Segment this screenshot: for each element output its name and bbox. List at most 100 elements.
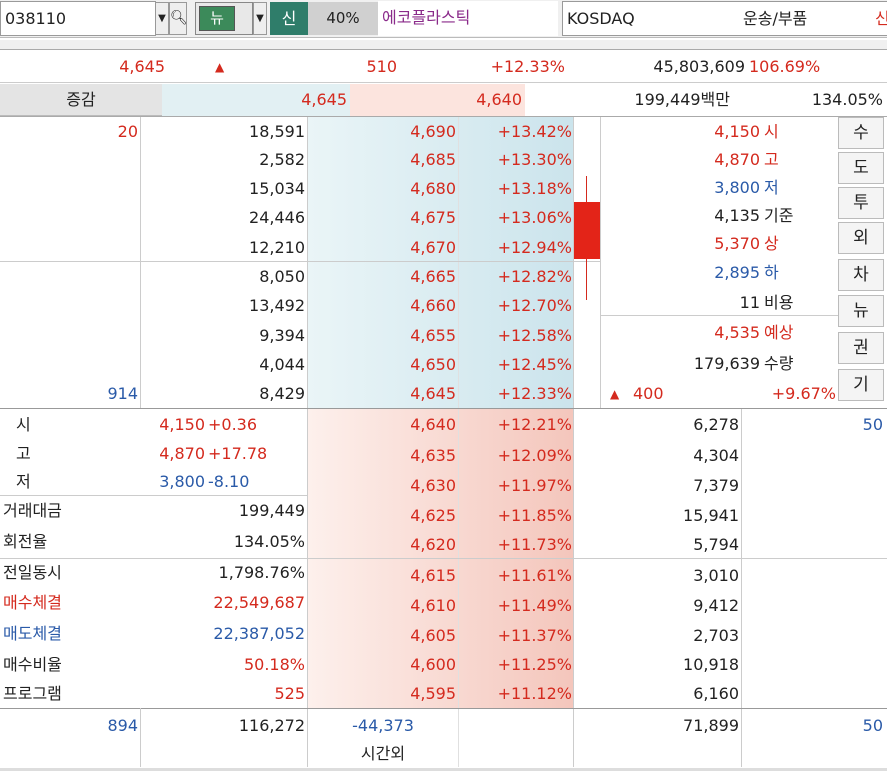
ask-price[interactable]: 4,675 — [308, 203, 456, 233]
after-hours-button[interactable]: 시간외 — [308, 739, 458, 769]
bid-price[interactable]: 4,615 — [308, 561, 456, 591]
bid-price[interactable]: 4,610 — [308, 591, 456, 621]
ask-rate: +12.94% — [497, 238, 572, 257]
ask-rate: +13.06% — [497, 208, 572, 227]
bid-qty: 7,379 — [693, 476, 739, 495]
bid-rate: +11.37% — [497, 626, 572, 645]
bid-rate: +11.49% — [497, 596, 572, 615]
info-value: 4,135 — [714, 206, 760, 225]
stock-code-input[interactable]: 038110 — [0, 1, 156, 36]
ask-qty: 13,492 — [249, 296, 305, 315]
ask-rate: +12.33% — [497, 384, 572, 403]
price-change: 510 — [366, 57, 397, 76]
ask-price[interactable]: 4,655 — [308, 321, 456, 351]
total-ask-qty: 116,272 — [238, 716, 305, 735]
bid-qty: 4,304 — [693, 446, 739, 465]
volume-ratio: 106.69% — [749, 57, 821, 76]
stat-value: 134.05% — [233, 532, 305, 551]
bid-price[interactable]: 4,635 — [308, 441, 456, 471]
side-button-5[interactable]: 뉴 — [838, 295, 884, 327]
margin-rate-badge: 40% — [308, 2, 378, 35]
stat-value: 199,449 — [238, 501, 305, 520]
ask-qty: 18,591 — [249, 122, 305, 141]
ohl-value: 4,150 — [159, 415, 205, 434]
info-value: 2,895 — [714, 263, 760, 282]
ask-rate: +13.30% — [497, 150, 572, 169]
side-button-6[interactable]: 권 — [838, 332, 884, 364]
turnover-rate: 134.05% — [811, 90, 883, 109]
expected-up-arrow-icon: ▲ — [610, 387, 620, 401]
ask-qty: 9,394 — [259, 326, 305, 345]
side-button-4[interactable]: 차 — [838, 259, 884, 291]
ask-price[interactable]: 4,650 — [308, 350, 456, 380]
stat-label: 회전율 — [3, 532, 48, 551]
sector-name: 운송/부품 — [743, 9, 808, 28]
best-ask: 4,645 — [301, 90, 347, 109]
ask-price[interactable]: 4,645 — [308, 379, 456, 409]
search-icon[interactable]: 🔍︎ — [169, 2, 188, 35]
side-button-1[interactable]: 도 — [838, 152, 884, 184]
market-info-field: KOSDAQ 운송/부품 신 — [562, 1, 887, 36]
ohl-pct: +17.78 — [208, 444, 268, 463]
ask-change-top: 20 — [117, 122, 138, 141]
bid-rate: +12.21% — [497, 415, 572, 434]
ask-price[interactable]: 4,670 — [308, 233, 456, 263]
ohl-pct: +0.36 — [208, 415, 258, 434]
ohl-label: 시 — [16, 415, 31, 434]
ask-rate: +12.70% — [497, 296, 572, 315]
trade-amount: 199,449백만 — [634, 90, 730, 109]
market-name: KOSDAQ — [567, 9, 635, 28]
ohl-label: 고 — [16, 444, 31, 463]
bid-price[interactable]: 4,600 — [308, 650, 456, 680]
ask-price[interactable]: 4,690 — [308, 117, 456, 147]
ask-price[interactable]: 4,685 — [308, 145, 456, 175]
bid-rate: +11.25% — [497, 655, 572, 674]
expected-change: 400 — [633, 384, 664, 403]
new-badge[interactable]: 신 — [270, 2, 308, 35]
stat-value: 22,549,687 — [213, 593, 305, 612]
ask-rate: +12.58% — [497, 326, 572, 345]
net-qty: -44,373 — [352, 716, 414, 735]
ask-rate: +13.18% — [497, 179, 572, 198]
stat-label: 매도체결 — [3, 624, 62, 643]
footer-left-change: 894 — [107, 716, 138, 735]
ohl-value: 4,870 — [159, 444, 205, 463]
side-button-2[interactable]: 투 — [838, 187, 884, 219]
stat-label: 프로그램 — [3, 684, 62, 703]
bid-price[interactable]: 4,640 — [308, 410, 456, 440]
bid-price[interactable]: 4,595 — [308, 679, 456, 709]
side-button-7[interactable]: 기 — [838, 369, 884, 401]
bid-qty: 5,794 — [693, 535, 739, 554]
side-button-3[interactable]: 외 — [838, 222, 884, 254]
trade-volume: 45,803,609 — [653, 57, 745, 76]
info-value: 4,535 — [714, 323, 760, 342]
expected-rate: +9.67% — [771, 384, 836, 403]
bid-price[interactable]: 4,620 — [308, 530, 456, 560]
ask-price[interactable]: 4,680 — [308, 174, 456, 204]
up-arrow-icon: ▲ — [215, 60, 225, 74]
info-label: 비용 — [764, 293, 794, 312]
news-dropdown-arrow-icon[interactable]: ▼ — [253, 2, 267, 35]
stock-code-value: 038110 — [5, 9, 67, 28]
side-button-0[interactable]: 수 — [838, 117, 884, 149]
bid-price[interactable]: 4,630 — [308, 471, 456, 501]
bid-price[interactable]: 4,625 — [308, 501, 456, 531]
stat-value: 50.18% — [243, 655, 305, 674]
info-value: 3,800 — [714, 178, 760, 197]
news-button[interactable]: 뉴 — [195, 2, 253, 35]
ask-qty: 15,034 — [249, 179, 305, 198]
info-label: 저 — [764, 178, 779, 197]
code-dropdown-arrow-icon[interactable]: ▼ — [155, 2, 169, 35]
info-value: 5,370 — [714, 234, 760, 253]
ask-qty: 2,582 — [259, 150, 305, 169]
ask-qty: 24,446 — [249, 208, 305, 227]
bid-rate: +11.73% — [497, 535, 572, 554]
ask-price[interactable]: 4,665 — [308, 262, 456, 292]
ask-change-bottom: 914 — [107, 384, 138, 403]
candle-body — [574, 202, 600, 259]
credit-badge: 신 — [875, 9, 887, 28]
bid-price[interactable]: 4,605 — [308, 621, 456, 651]
stat-label: 매수체결 — [3, 593, 62, 612]
ask-price[interactable]: 4,660 — [308, 291, 456, 321]
bid-rate: +11.97% — [497, 476, 572, 495]
